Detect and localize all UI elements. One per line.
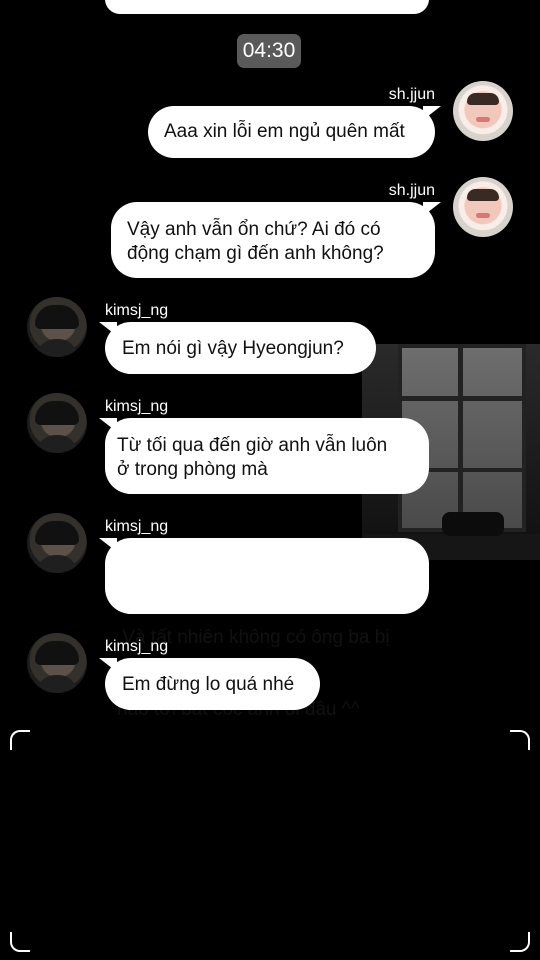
message-text: Em đừng lo quá nhé (122, 674, 295, 695)
sender-name: kimsj_ng (105, 398, 169, 415)
avatar[interactable] (27, 633, 87, 693)
previous-message-bubble (105, 0, 429, 14)
frame-corner (10, 730, 30, 750)
message-bubble[interactable]: Và tất nhiên không có ông ba bị nào tới … (99, 538, 429, 720)
avatar[interactable] (27, 393, 87, 453)
sender-name: sh.jjun (388, 86, 435, 103)
frame-corner (510, 730, 530, 750)
message-bubble[interactable]: Từ tối qua đến giờ anh vẫn luôn ở trong … (99, 418, 429, 494)
message-text-line: Vậy anh vẫn ổn chứ? Ai đó có (127, 219, 381, 240)
message-text: Aaa xin lỗi em ngủ quên mất (164, 121, 405, 142)
message-text-line: động chạm gì đến anh không? (127, 243, 384, 264)
avatar[interactable] (453, 81, 513, 141)
sender-name: kimsj_ng (105, 302, 169, 319)
message-text-line: ở trong phòng mà (117, 459, 268, 480)
frame-corner (510, 932, 530, 952)
sender-name: sh.jjun (388, 182, 435, 199)
message-text-line: Từ tối qua đến giờ anh vẫn luôn (117, 435, 388, 456)
avatar[interactable] (453, 177, 513, 237)
message-bubble[interactable]: Aaa xin lỗi em ngủ quên mất (148, 106, 441, 158)
message-bubble[interactable]: Em đừng lo quá nhé (99, 658, 320, 710)
avatar[interactable] (27, 513, 87, 573)
timestamp-badge: 04:30 (237, 34, 301, 68)
message-bubble[interactable]: Vậy anh vẫn ổn chứ? Ai đó có động chạm g… (111, 202, 441, 278)
message-bubble[interactable]: Em nói gì vậy Hyeongjun? (99, 322, 376, 374)
avatar[interactable] (27, 297, 87, 357)
message-text: Em nói gì vậy Hyeongjun? (122, 338, 344, 359)
sender-name: kimsj_ng (105, 518, 169, 535)
frame-corner (10, 932, 30, 952)
sender-name: kimsj_ng (105, 638, 169, 655)
